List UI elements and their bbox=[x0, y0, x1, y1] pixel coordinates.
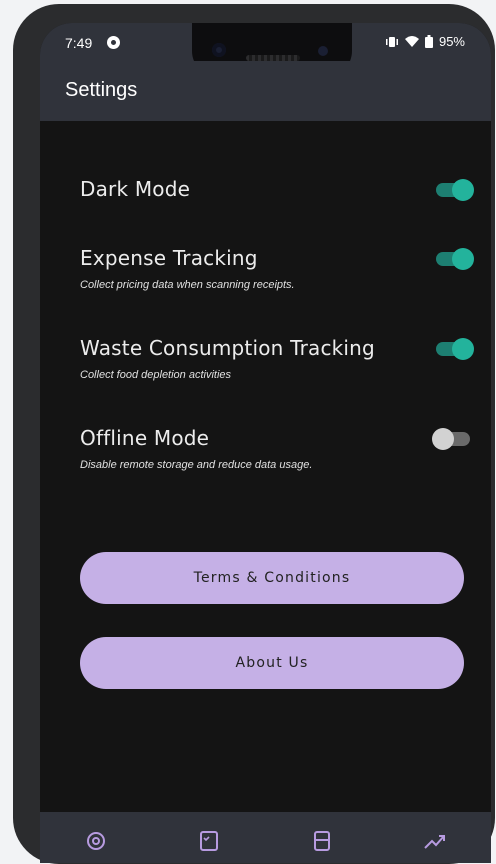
setting-label: Offline Mode bbox=[80, 426, 210, 450]
setting-offline-mode: Offline Mode Disable remote storage and … bbox=[80, 426, 470, 471]
toggle-knob bbox=[452, 179, 474, 201]
toggle-knob bbox=[432, 428, 454, 450]
setting-description: Collect food depletion activities bbox=[80, 369, 232, 381]
vibrate-icon bbox=[385, 36, 398, 47]
notification-icon bbox=[107, 36, 120, 49]
battery-icon bbox=[424, 35, 433, 48]
setting-waste-tracking: Waste Consumption Tracking Collect food … bbox=[80, 336, 474, 381]
setting-label: Expense Tracking bbox=[80, 246, 258, 270]
toggle-knob bbox=[452, 338, 474, 360]
waste-tracking-toggle[interactable] bbox=[436, 338, 474, 360]
setting-label: Dark Mode bbox=[80, 177, 191, 201]
setting-dark-mode: Dark Mode bbox=[80, 177, 474, 201]
wifi-icon bbox=[404, 35, 419, 47]
front-camera-icon bbox=[212, 43, 226, 57]
expense-tracking-toggle[interactable] bbox=[436, 248, 474, 270]
checklist-icon[interactable] bbox=[196, 828, 222, 854]
toggle-knob bbox=[452, 248, 474, 270]
terms-button[interactable]: Terms & Conditions bbox=[80, 552, 464, 604]
screen: 7:49 95% Settings Dark Mode Expense Trac… bbox=[40, 23, 491, 863]
page-title: Settings bbox=[65, 79, 138, 101]
setting-description: Collect pricing data when scanning recei… bbox=[80, 279, 295, 291]
setting-expense-tracking: Expense Tracking Collect pricing data wh… bbox=[80, 246, 474, 291]
battery-percent: 95% bbox=[438, 34, 465, 49]
phone-frame: 7:49 95% Settings Dark Mode Expense Trac… bbox=[13, 4, 495, 864]
status-time: 7:49 bbox=[65, 35, 93, 51]
dark-mode-toggle[interactable] bbox=[436, 179, 474, 201]
offline-mode-toggle[interactable] bbox=[432, 428, 470, 450]
bottom-navigation bbox=[40, 812, 491, 863]
app-bar: Settings bbox=[40, 61, 491, 121]
settings-icon[interactable] bbox=[83, 828, 109, 854]
setting-label: Waste Consumption Tracking bbox=[80, 336, 375, 360]
trend-icon[interactable] bbox=[422, 828, 448, 854]
receipt-icon[interactable] bbox=[309, 828, 335, 854]
about-us-button[interactable]: About Us bbox=[80, 637, 464, 689]
setting-description: Disable remote storage and reduce data u… bbox=[80, 459, 313, 471]
sensor-icon bbox=[318, 46, 328, 56]
status-icons: 95% bbox=[385, 34, 465, 49]
